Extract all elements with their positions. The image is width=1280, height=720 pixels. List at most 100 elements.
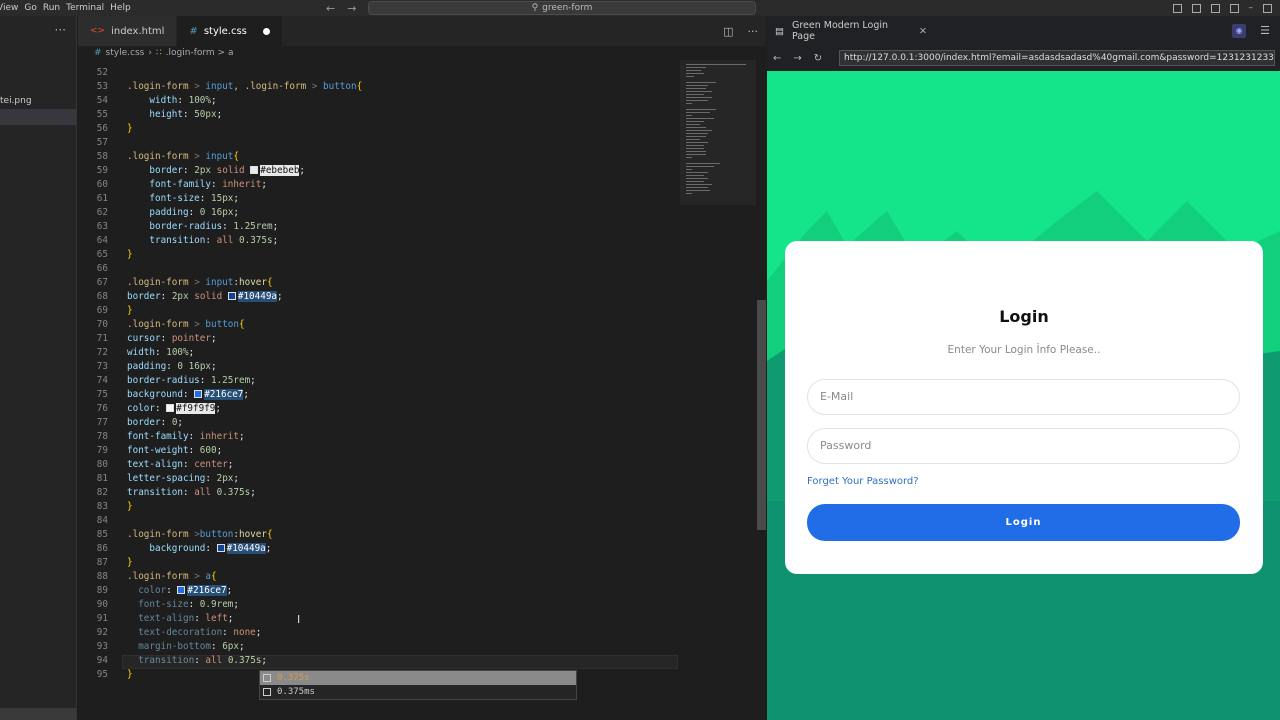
code-line[interactable]: 55 height: 50px; [78,108,222,122]
sidebar-horizontal-scrollbar[interactable] [0,708,76,720]
more-actions-icon[interactable]: ··· [748,25,759,38]
suggestion-item[interactable]: 0.375ms [260,685,576,699]
forward-arrow-icon[interactable]: → [793,53,801,64]
command-center[interactable]: ⚲ green-form [368,1,756,15]
code-line[interactable]: 54 width: 100%; [78,94,217,108]
minimize-icon[interactable]: – [1249,3,1254,13]
editor-vertical-scrollbar[interactable] [757,300,766,530]
menu-terminal[interactable]: Terminal [66,3,112,13]
close-icon[interactable]: ✕ [919,26,927,37]
code-line[interactable]: 84 [78,514,108,528]
toggle-secondary-sidebar-icon[interactable] [1210,3,1220,13]
minimap-line [686,172,708,173]
code-text: .login-form > a{ [127,571,217,582]
minimap-line [686,91,712,92]
code-line[interactable]: 87} [78,556,133,570]
login-button[interactable]: Login [807,504,1240,541]
code-line[interactable]: 73 padding: 0 16px; [78,360,217,374]
toggle-sidebar-icon[interactable] [1172,3,1182,13]
code-line[interactable]: 53 .login-form > input, .login-form > but… [78,80,362,94]
code-line[interactable]: 74 border-radius: 1.25rem; [78,374,256,388]
layout-icon[interactable] [1229,3,1239,13]
code-line[interactable]: 90 font-size: 0.9rem; [78,598,239,612]
back-arrow-icon[interactable]: ← [326,2,335,15]
code-line[interactable]: 93 margin-bottom: 6px; [78,640,245,654]
line-number: 58 [96,151,108,162]
code-line[interactable]: 83} [78,500,133,514]
code-line[interactable]: 86 background: #10449a; [78,542,271,556]
tab-index-html[interactable]: <> index.html [78,16,178,46]
minimap[interactable] [680,60,756,210]
line-number: 89 [96,585,108,596]
code-line[interactable]: 68 border: 2px solid #10449a; [78,290,283,304]
code-line[interactable]: 94 transition: all 0.375s; [78,654,267,668]
menu-icon[interactable]: ☰ [1260,24,1270,38]
minimap-line [686,130,712,131]
code-line[interactable]: 72 width: 100%; [78,346,194,360]
code-text: font-family: inherit; [149,179,267,190]
code-line[interactable]: 75 background: #216ce7; [78,388,249,402]
code-line[interactable]: 95} [78,668,133,682]
breadcrumb-symbol[interactable]: .login-form > a [166,48,234,58]
code-line[interactable]: 70 .login-form > button{ [78,318,245,332]
code-line[interactable]: 63 border-radius: 1.25rem; [78,220,278,234]
code-line[interactable]: 57 [78,136,108,150]
forgot-password-link[interactable]: Forget Your Password? [807,476,919,487]
address-bar[interactable]: http://127.0.0.1:3000/index.html?email=a… [839,50,1275,66]
code-line[interactable]: 52 [78,66,108,80]
maximize-icon[interactable] [1263,3,1272,13]
code-line[interactable]: 80 text-align: center; [78,458,234,472]
email-input[interactable]: E-Mail [807,379,1240,415]
code-line[interactable]: 89 color: #216ce7; [78,584,232,598]
code-line[interactable]: 82 transition: all 0.375s; [78,486,256,500]
code-line[interactable]: 58 .login-form > input{ [78,150,239,164]
back-arrow-icon[interactable]: ← [773,53,781,64]
code-line[interactable]: 59 border: 2px solid #ebebeb; [78,164,305,178]
password-input[interactable]: Password [807,428,1240,464]
code-text: letter-spacing: 2px; [127,473,240,484]
explorer-file-item[interactable]: tei.png [0,96,32,106]
menu-view[interactable]: View [0,3,26,13]
forward-arrow-icon[interactable]: → [347,2,356,15]
lock-icon[interactable]: ◉ [1232,24,1247,38]
code-line[interactable]: 91 text-align: left; [78,612,234,626]
text-cursor-icon: I [297,613,301,626]
more-actions-icon[interactable]: ··· [0,16,76,44]
minimap-line [686,169,692,170]
code-line[interactable]: 88 .login-form > a{ [78,570,217,584]
suggestion-item[interactable]: 0.375s [260,671,576,685]
code-line[interactable]: 78 font-family: inherit; [78,430,245,444]
code-line[interactable]: 65} [78,248,133,262]
code-line[interactable]: 71 cursor: pointer; [78,332,217,346]
menu-go[interactable]: Go [24,3,44,13]
code-line[interactable]: 79 font-weight: 600; [78,444,222,458]
minimap-line [686,97,712,98]
code-line[interactable]: 81 letter-spacing: 2px; [78,472,239,486]
unsaved-dot-icon[interactable] [262,27,270,35]
menu-bar: View Go Run Terminal Help [0,3,139,13]
toggle-panel-icon[interactable] [1191,3,1201,13]
menu-help[interactable]: Help [110,3,139,13]
code-line[interactable]: 76 color: #f9f9f9; [78,402,221,416]
menu-run[interactable]: Run [43,3,68,13]
breadcrumb-file[interactable]: style.css [106,48,145,58]
browser-tab[interactable]: ▤ Green Modern Login Page ✕ [767,20,927,42]
code-editor[interactable]: 52 53 .login-form > input, .login-form > b… [78,60,678,720]
code-line[interactable]: 64 transition: all 0.375s; [78,234,278,248]
code-text: height: 50px; [149,109,223,120]
code-line[interactable]: 62 padding: 0 16px; [78,206,239,220]
split-editor-icon[interactable]: ◫ [723,25,733,38]
line-number: 79 [96,445,108,456]
code-line[interactable]: 61 font-size: 15px; [78,192,239,206]
code-line[interactable]: 69} [78,304,133,318]
code-line[interactable]: 56} [78,122,133,136]
explorer-selected-item[interactable] [0,109,76,125]
code-line[interactable]: 92 text-decoration: none; [78,626,262,640]
tab-style-css[interactable]: # style.css [177,16,283,46]
code-line[interactable]: 77 border: 0; [78,416,183,430]
code-line[interactable]: 67 .login-form > input:hover{ [78,276,273,290]
reload-icon[interactable]: ↻ [814,53,822,64]
code-line[interactable]: 60 font-family: inherit; [78,178,267,192]
code-line[interactable]: 85 .login-form >button:hover{ [78,528,273,542]
code-line[interactable]: 66 [78,262,108,276]
